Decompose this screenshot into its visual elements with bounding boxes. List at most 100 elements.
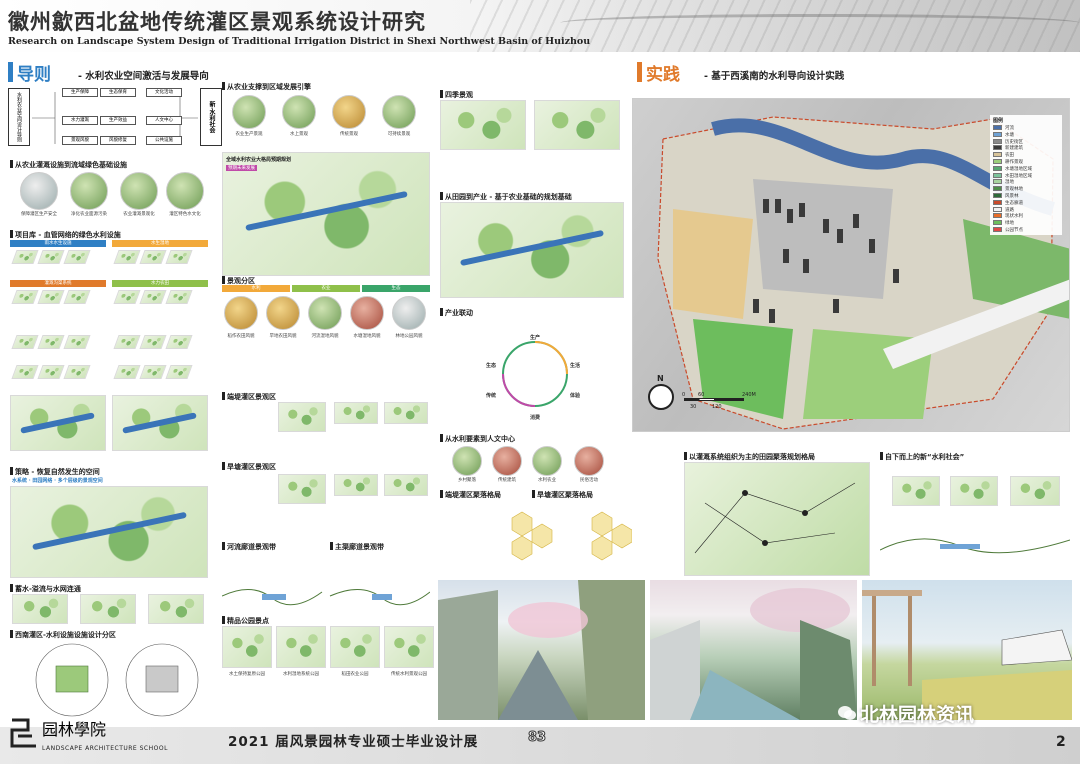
flow-box-7: 文化活动: [146, 88, 182, 97]
iso-tile-12: [165, 290, 193, 304]
exhibit-title: 2021 届风景园林专业硕士毕业设计展: [228, 734, 479, 750]
legend-item-1: 河流: [993, 125, 1014, 131]
humanity-photo-4: [574, 446, 604, 476]
school-logo-en: LANDSCAPE ARCHITECTURE SCHOOL: [42, 745, 168, 752]
practice-sub-heading-2: 自下而上的新“水利社会”: [880, 452, 964, 462]
legend-swatch-14: [993, 213, 1002, 219]
flow-box-3: 景观风貌: [62, 136, 98, 145]
north-arrow: [648, 384, 674, 410]
guide-title: 导则: [17, 65, 51, 85]
engine-photo-4: [382, 95, 416, 129]
project-library-heading: 项目库 - 血管网络的绿色水利设施: [10, 230, 121, 240]
legend-item-10: 景观林地: [993, 186, 1023, 192]
render-2-art: [650, 588, 857, 720]
legend-swatch-7: [993, 165, 1002, 171]
iso-tile-22: [113, 365, 141, 379]
zone-photo-1: [224, 296, 258, 330]
eco-heading: 蓄水-溢流与水网连通: [10, 584, 81, 594]
industry-heading: 从田园到产业 - 基于农业基础的规划基础: [440, 192, 572, 202]
network-title: 全域水利农业大格局预期规划: [226, 157, 292, 163]
hex-heading-2: 旱塘灌区聚落格局: [532, 490, 593, 500]
iso-tile-9: [63, 290, 91, 304]
header-river-line: [560, 14, 1080, 32]
iso-tile-6: [165, 250, 193, 264]
practice-section: [880, 538, 1070, 554]
page-title: 徽州歙西北盆地传统灌区景观系统设计研究: [8, 9, 426, 34]
park-caption-1: 水土保持复原公园: [229, 672, 265, 677]
legend-item-11: 风景林: [993, 193, 1019, 199]
iso-tile-23: [139, 365, 167, 379]
iso-tile-18: [165, 335, 193, 349]
iso-tile-13: [11, 335, 39, 349]
zone-caption-2: 旱地农田风貌: [269, 334, 297, 339]
legend-label-11: 风景林: [1005, 194, 1019, 199]
iso-tile-11: [139, 290, 167, 304]
legend-swatch-10: [993, 186, 1002, 192]
legend-item-2: 水塘: [993, 131, 1014, 138]
school-logo-icon: [10, 718, 36, 748]
legend-swatch-1: [993, 125, 1002, 130]
engine-photo-1: [232, 95, 266, 129]
iso-tile-1: [11, 250, 39, 264]
iso-tile-21: [63, 365, 91, 379]
plan-legend: 图例 河流 水塘 历史街区 新建建筑 农田 耕作景观 水塘湿地区域 水田湿地区域 湿地 景观林地风…: [990, 115, 1062, 235]
zone-photo-5: [392, 296, 426, 330]
zone-caption-5: 林地公园风貌: [395, 334, 423, 339]
legend-label-13: 道路: [1005, 207, 1014, 213]
eco-diagram-2: [80, 594, 136, 624]
industry-cycle-heading: 产业联动: [440, 308, 473, 318]
park-photo-4: [384, 626, 434, 668]
humanity-caption-4: 民俗活动: [580, 478, 598, 483]
iso-tile-16: [113, 335, 141, 349]
humanity-caption-1: 乡村聚落: [458, 478, 476, 483]
legend-label-15: 绿地: [1005, 221, 1014, 227]
legend-item-8: 水田湿地区域: [993, 172, 1032, 179]
zone-bar-eco: 生态: [362, 285, 430, 292]
eco-diagram-1: [12, 594, 68, 624]
network-tag: 预期未来发展: [226, 165, 257, 171]
humanity-photo-3: [532, 446, 562, 476]
industry-map: [440, 202, 624, 298]
park-photo-3: [330, 626, 380, 668]
col-bar-1: 雨水水生设施: [10, 240, 106, 247]
legend-label-8: 水田湿地区域: [1005, 173, 1032, 179]
season-iso-1: [440, 100, 526, 150]
legend-item-14: 现状水利: [993, 213, 1023, 219]
scale-tick-5: 240M: [742, 392, 756, 398]
zone-bar-water: 水利: [222, 285, 290, 292]
season-iso-2: [534, 100, 620, 150]
canal-corridor-heading: 主渠廊道景观带: [330, 542, 384, 552]
corridor-sections: [222, 589, 430, 606]
col-bar-3: 灌溉沟渠系统: [10, 280, 106, 287]
park-photo-2: [276, 626, 326, 668]
cycle-label-4: 消费: [530, 415, 541, 421]
iso-tile-3: [63, 250, 91, 264]
zone-sub2-iso-2: [384, 474, 428, 496]
legend-swatch-8: [993, 172, 1002, 178]
iso-tile-4: [113, 250, 141, 264]
flow-left-label: 水利农业空间设计导则: [8, 88, 30, 146]
scale-tick-3: 60: [698, 392, 705, 398]
humanity-caption-2: 传统建筑: [498, 478, 516, 483]
infra-caption-2: 净化农业面源污染: [71, 212, 107, 217]
legend-swatch-15: [993, 220, 1002, 226]
legend-item-3: 历史街区: [993, 138, 1023, 145]
design-board: 徽州歙西北盆地传统灌区景观系统设计研究 Research on Landscap…: [0, 0, 1080, 764]
scale-tick-4: 120: [712, 404, 722, 410]
strategy-map: [10, 486, 208, 578]
legend-item-7: 水塘湿地区域: [993, 165, 1032, 172]
north-label: N: [657, 374, 664, 383]
legend-item-15: 绿地: [993, 220, 1014, 226]
legend-label-12: 生态廊道: [1005, 200, 1023, 206]
iso-tile-2: [37, 250, 65, 264]
flow-box-5: 生产效益: [100, 116, 136, 125]
zone-bar-farm: 农业: [292, 285, 360, 292]
engine-caption-4: 可持续景观: [387, 132, 411, 137]
legend-item-16: 公园节点: [993, 227, 1023, 233]
wetland-circle-diagram: [35, 643, 199, 717]
legend-item-5: 农田: [993, 152, 1014, 158]
legend-swatch-3: [993, 138, 1002, 144]
legend-swatch-6: [993, 159, 1002, 164]
legend-item-9: 湿地: [993, 179, 1014, 185]
engine-caption-2: 水上景观: [290, 132, 308, 137]
